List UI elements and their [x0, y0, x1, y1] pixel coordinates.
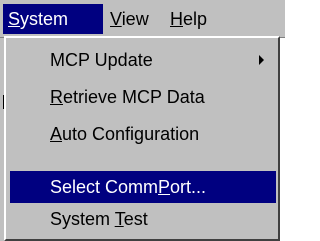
- menu-item-mcp-update-label: MCP Update: [50, 50, 153, 70]
- menu-system-accesskey: S: [8, 9, 21, 29]
- menu-view[interactable]: View: [105, 4, 163, 34]
- submenu-arrow-icon: [259, 55, 264, 65]
- menu-item-retrieve-accesskey: R: [50, 87, 63, 107]
- menu-item-commport-label-pre: Select Comm: [50, 177, 159, 197]
- menu-help-accesskey: H: [170, 9, 183, 29]
- menu-help[interactable]: Help: [165, 4, 227, 34]
- menu-item-auto-configuration[interactable]: Auto Configuration: [10, 118, 276, 150]
- system-dropdown-menu: MCP Update Retrieve MCP Data Auto Config…: [4, 36, 280, 241]
- app-window: System View Help MCP Update Retrieve MCP…: [0, 0, 285, 241]
- menu-item-commport-accesskey: P: [158, 177, 171, 197]
- menu-help-label-post: elp: [183, 9, 208, 29]
- menu-system[interactable]: System: [3, 4, 103, 34]
- menu-item-mcp-update[interactable]: MCP Update: [10, 44, 276, 76]
- menu-item-system-test-label-pre: System: [50, 209, 115, 229]
- menu-view-accesskey: V: [110, 9, 122, 29]
- menu-item-auto-config-label-post: uto Configuration: [62, 124, 200, 144]
- menu-item-select-commport[interactable]: Select CommPort...: [10, 171, 276, 203]
- menu-item-system-test-accesskey: T: [114, 209, 124, 229]
- menu-item-commport-label-post: ort...: [170, 177, 207, 197]
- menu-item-system-test[interactable]: System Test: [10, 203, 276, 235]
- menu-item-system-test-label-post: est: [123, 209, 148, 229]
- menu-view-label-post: iew: [121, 9, 149, 29]
- menu-item-auto-config-accesskey: A: [50, 124, 63, 144]
- menu-system-label-post: ystem: [20, 9, 69, 29]
- menu-item-retrieve-label-post: etrieve MCP Data: [63, 87, 205, 107]
- menu-item-retrieve-mcp-data[interactable]: Retrieve MCP Data: [10, 81, 276, 113]
- menu-bar: System View Help: [0, 0, 285, 38]
